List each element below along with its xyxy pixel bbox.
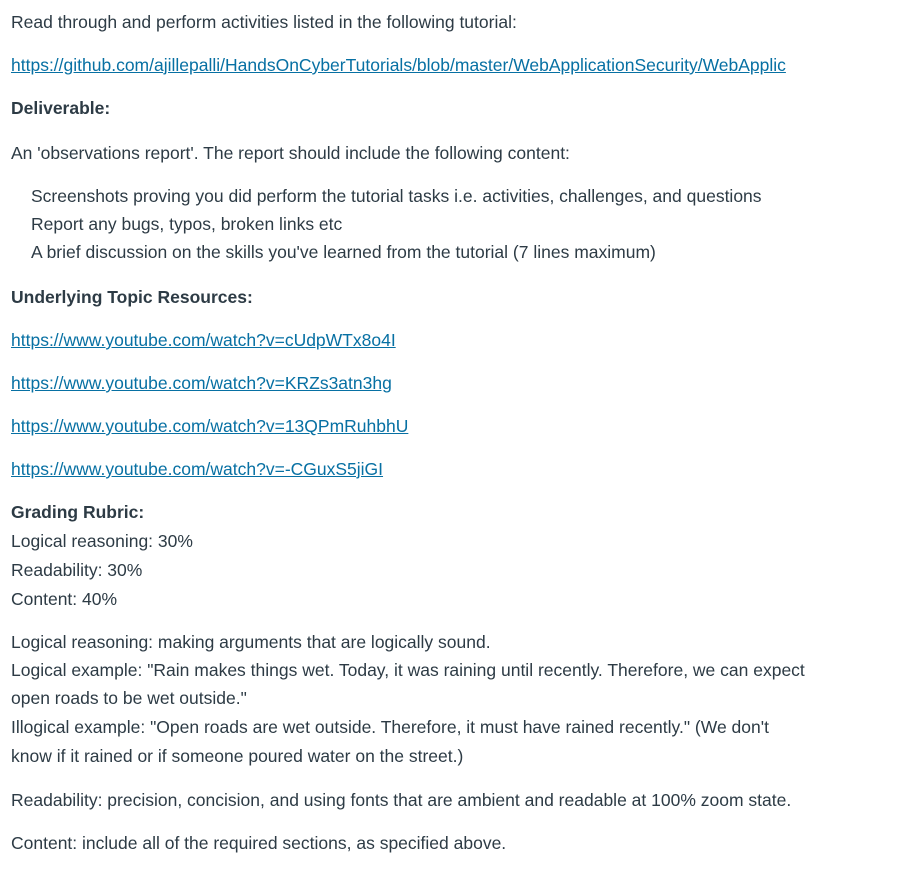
report-item-bugs: Report any bugs, typos, broken links etc bbox=[31, 214, 343, 234]
content-text: Content: include all of the required sec… bbox=[11, 833, 507, 853]
rubric-item-content: Content: 40% bbox=[11, 589, 118, 609]
resource-link[interactable]: https://www.youtube.com/watch?v=KRZs3atn… bbox=[11, 369, 392, 397]
resource-link[interactable]: https://www.youtube.com/watch?v=-CGuxS5j… bbox=[11, 455, 383, 483]
resources-heading: Underlying Topic Resources: bbox=[11, 287, 253, 307]
illogic-example-cont: know if it rained or if someone poured w… bbox=[11, 746, 464, 766]
intro-text: Read through and perform activities list… bbox=[11, 12, 517, 32]
readability-text: Readability: precision, concision, and u… bbox=[11, 790, 792, 810]
tutorial-link[interactable]: https://github.com/ajillepalli/HandsOnCy… bbox=[11, 51, 869, 79]
rubric-heading: Grading Rubric: bbox=[11, 502, 145, 522]
rubric-item-logic: Logical reasoning: 30% bbox=[11, 531, 193, 551]
report-item-discussion: A brief discussion on the skills you've … bbox=[31, 242, 656, 262]
logic-definition: Logical reasoning: making arguments that… bbox=[11, 632, 491, 652]
logic-example-cont: open roads to be wet outside." bbox=[11, 688, 247, 708]
resource-link[interactable]: https://www.youtube.com/watch?v=13QPmRuh… bbox=[11, 412, 408, 440]
resource-link[interactable]: https://www.youtube.com/watch?v=cUdpWTx8… bbox=[11, 326, 396, 354]
report-intro: An 'observations report'. The report sho… bbox=[11, 143, 570, 163]
illogic-example: Illogical example: "Open roads are wet o… bbox=[11, 717, 769, 737]
report-item-screenshots: Screenshots proving you did perform the … bbox=[31, 186, 762, 206]
rubric-item-readability: Readability: 30% bbox=[11, 560, 143, 580]
logic-example: Logical example: "Rain makes things wet.… bbox=[11, 660, 805, 680]
deliverable-heading: Deliverable: bbox=[11, 98, 111, 118]
